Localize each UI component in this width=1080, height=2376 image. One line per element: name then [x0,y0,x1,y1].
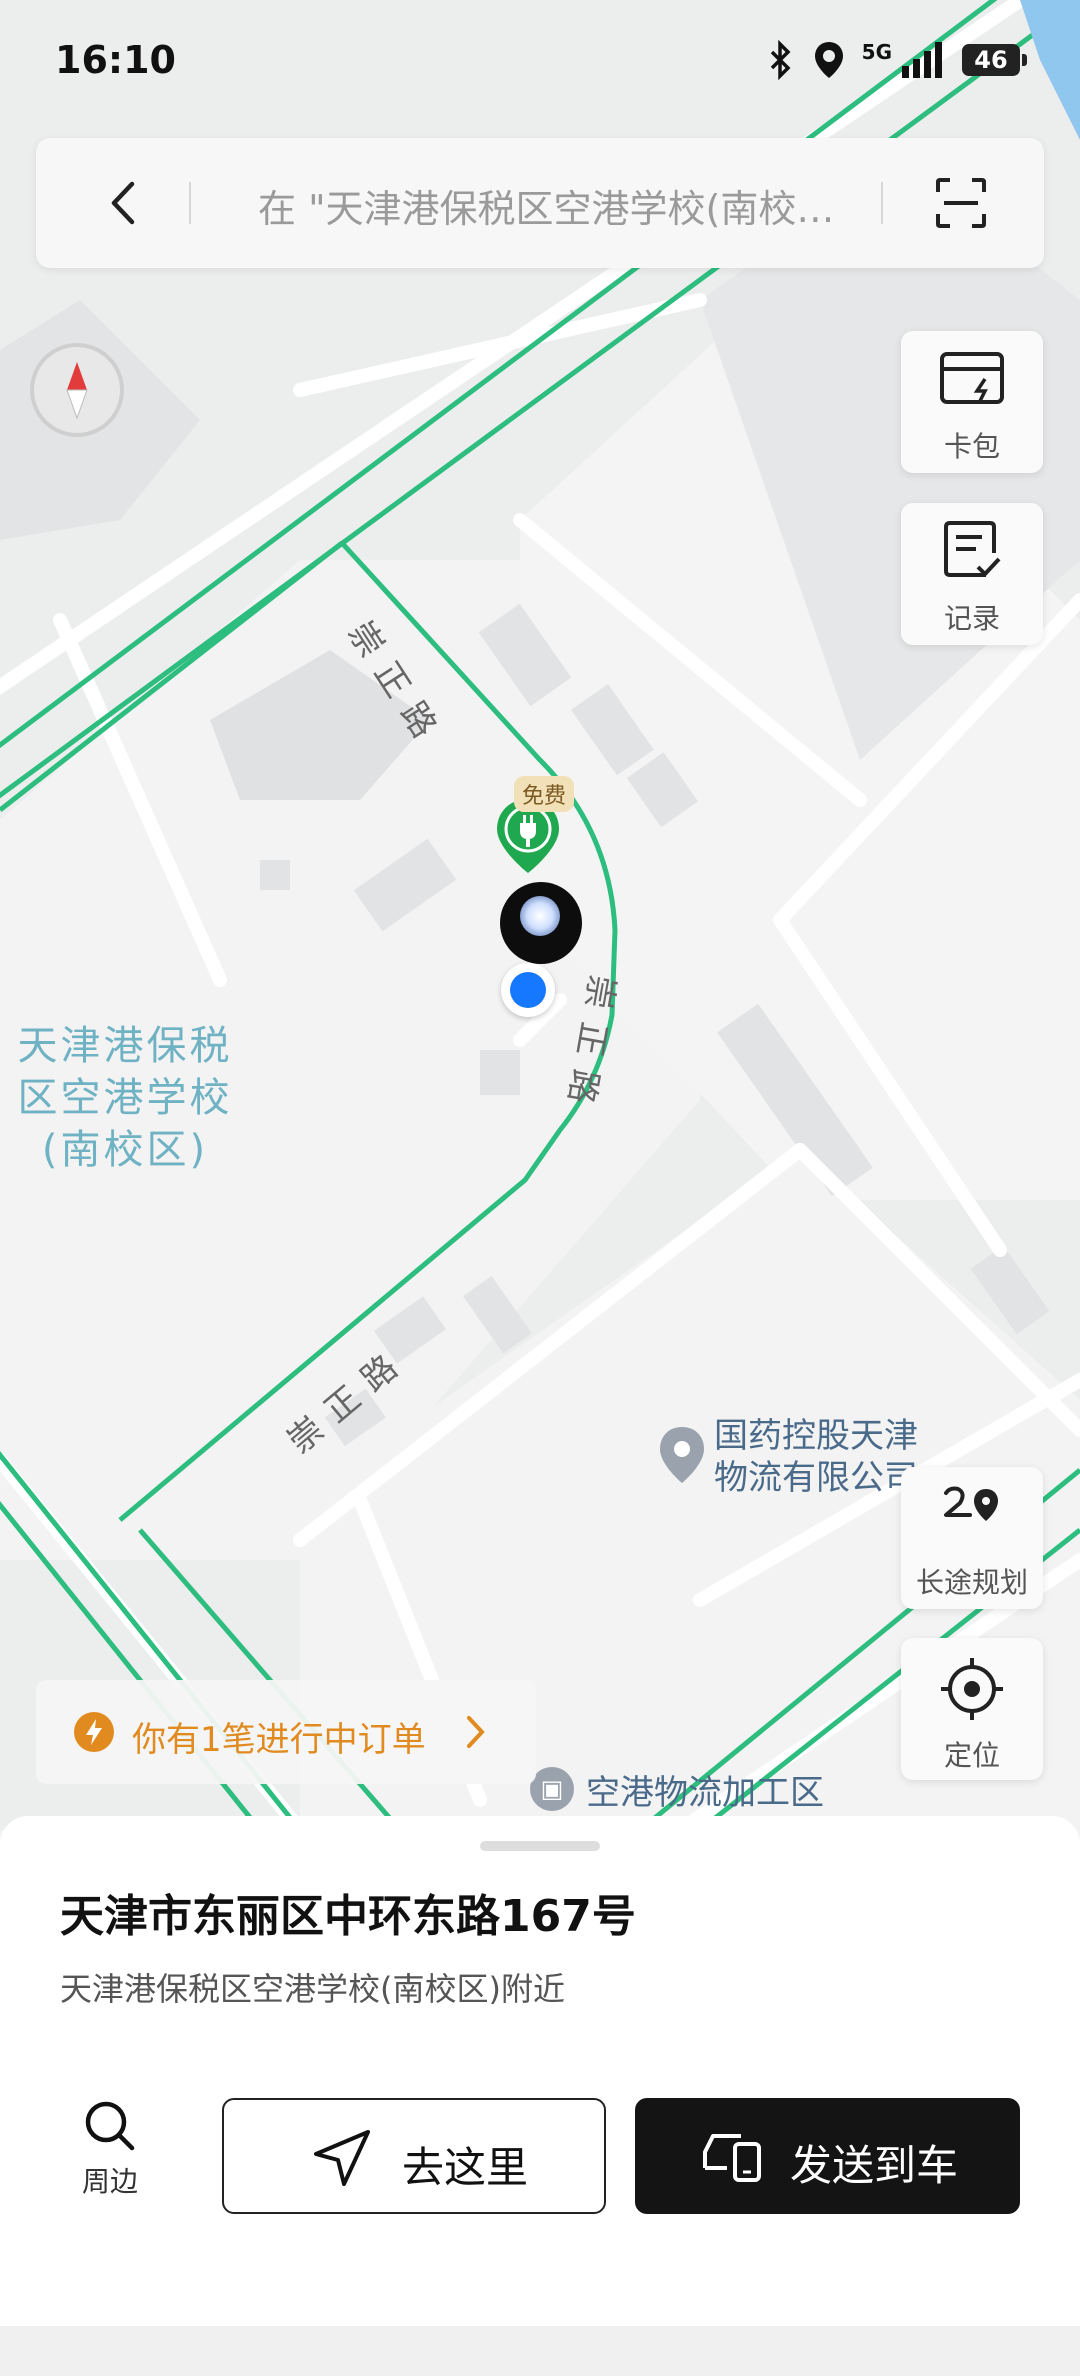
network-type: 5G [861,40,892,64]
poi-sinopharm-name: 物流有限公司 [714,1458,918,1498]
back-arrow-icon[interactable] [100,178,150,228]
scan-icon[interactable] [934,176,988,230]
poi-pin-icon [660,1427,704,1483]
sheet-handle[interactable] [480,1841,600,1851]
poi-sinopharm-name: 国药控股天津 [714,1416,918,1456]
car-location-marker[interactable] [500,882,582,964]
locate-crosshair-icon [941,1658,1003,1720]
lightning-icon [74,1712,114,1752]
locate-button[interactable]: 定位 [901,1638,1043,1780]
compass-button[interactable] [30,343,124,437]
status-time: 16:10 [55,38,176,82]
search-placeholder[interactable]: 在 "天津港保税区空港学校(南校… [258,178,918,233]
search-icon [85,2101,135,2151]
bluetooth-icon [770,40,791,80]
records-label: 记录 [943,602,1000,635]
nearby-label: 周边 [81,2165,138,2198]
poi-processing-zone-name: 空港物流加工区 [586,1773,824,1813]
compass-icon [66,362,88,420]
locate-label: 定位 [943,1739,1000,1772]
long-route-button[interactable]: 长途规划 [901,1467,1043,1609]
search-bar[interactable]: 在 "天津港保税区空港学校(南校… [36,138,1044,268]
send-to-car-label: 发送到车 [790,2141,959,2190]
card-pack-button[interactable]: 卡包 [901,331,1043,473]
current-location-dot [501,963,555,1017]
card-pack-label: 卡包 [943,430,1000,463]
school-label-line: 天津港保税 [17,1023,233,1069]
gesture-bar-area [0,2326,1080,2376]
records-button[interactable]: 记录 [901,503,1043,645]
order-banner-text: 你有1笔进行中订单 [132,1720,426,1760]
school-label: 天津港保税 区空港学校 (南校区) [0,1020,250,1176]
nearby-description: 天津港保税区空港学校(南校区)附近 [60,1970,565,2008]
poi-lock-icon: ▣ [530,1767,574,1811]
route-plan-icon [944,1486,998,1521]
battery-icon: 46 [962,44,1027,76]
nearby-button[interactable]: 周边 [60,2098,160,2200]
go-here-button[interactable]: 去这里 [222,2098,606,2214]
status-bar: 16:10 5G 46 [0,0,1080,130]
car-phone-icon [703,2134,761,2182]
card-pack-icon [940,352,1004,404]
free-badge: 免费 [514,776,575,812]
address-title: 天津市东丽区中环东路167号 [60,1891,636,1942]
location-pin-icon [814,42,843,78]
location-bottom-sheet[interactable]: 天津市东丽区中环东路167号 天津港保税区空港学校(南校区)附近 周边 去这里 … [0,1816,1080,2326]
divider [881,182,883,224]
signal-icon [902,42,942,78]
school-label-line: 区空港学校 [17,1075,233,1121]
send-to-car-button[interactable]: 发送到车 [635,2098,1020,2214]
divider [189,182,191,224]
navigate-arrow-icon [314,2130,370,2186]
school-label-line: (南校区) [41,1127,209,1173]
long-route-label: 长途规划 [915,1566,1028,1599]
go-here-label: 去这里 [402,2143,529,2192]
ongoing-order-banner[interactable]: 你有1笔进行中订单 [36,1680,536,1784]
chevron-right-icon [467,1716,485,1748]
records-icon [944,521,1001,577]
status-icons: 5G 46 [766,40,1027,80]
